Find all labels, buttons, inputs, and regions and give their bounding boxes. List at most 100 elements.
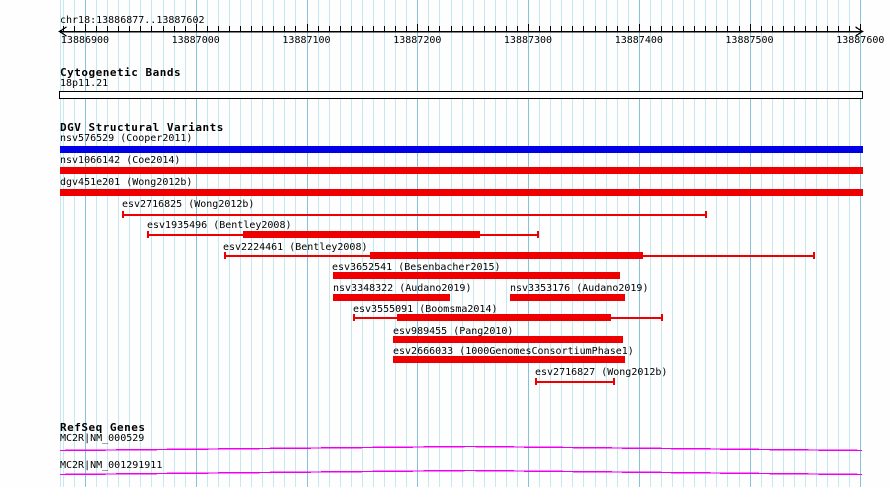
ruler-tick [217, 26, 219, 31]
variant-bar[interactable] [59, 167, 863, 174]
ruler-tick-label: 13887000 [171, 35, 220, 46]
ruler-tick [749, 24, 751, 31]
ruler-tick-label: 13886900 [60, 35, 110, 46]
variant-end-tick [661, 314, 663, 321]
variant-range-line[interactable] [536, 380, 614, 383]
variant-label[interactable]: nsv1066142 (Coe2014) [60, 155, 180, 166]
variant-label[interactable]: esv2716825 (Wong2012b) [122, 199, 254, 210]
ruler-tick [716, 26, 718, 31]
ruler-tick [361, 26, 363, 31]
variant-bar[interactable] [393, 356, 625, 363]
gridline-minor [683, 0, 685, 487]
gridline-minor [627, 0, 629, 487]
gridline-minor [472, 0, 474, 487]
ruler-tick [306, 24, 308, 31]
ruler-tick [107, 26, 109, 31]
gridline-minor [217, 0, 219, 487]
ruler-tick [793, 26, 795, 31]
gridline-minor [572, 0, 574, 487]
gridline-minor [616, 0, 618, 487]
gridline-minor [406, 0, 408, 487]
variant-end-tick [613, 378, 615, 385]
ruler-tick [727, 26, 729, 31]
ruler-tick [273, 26, 275, 31]
variant-thick-bar[interactable] [370, 252, 643, 259]
variant-label[interactable]: dgv451e201 (Wong2012b) [60, 177, 192, 188]
gridline-minor [705, 0, 707, 487]
ruler-tick [649, 26, 651, 31]
ruler-tick [372, 26, 374, 31]
ruler-tick [694, 26, 696, 31]
variant-start-tick [535, 378, 537, 385]
ruler-tick [162, 26, 164, 31]
gridline-minor [439, 0, 441, 487]
variant-label[interactable]: nsv576529 (Cooper2011) [60, 133, 192, 144]
ruler-tick [461, 26, 463, 31]
gridline-minor [804, 0, 806, 487]
ruler-tick [118, 26, 120, 31]
gridline-minor [694, 0, 696, 487]
ruler-tick [73, 26, 75, 31]
gene-label[interactable]: MC2R|NM_000529 [60, 433, 144, 444]
ruler-tick [683, 26, 685, 31]
variant-end-tick [537, 231, 539, 238]
variant-thick-bar[interactable] [243, 231, 480, 238]
gridline-minor [827, 0, 829, 487]
variant-start-tick [224, 252, 226, 259]
gridline-major [528, 0, 529, 487]
variant-label[interactable]: nsv3348322 (Audano2019) [333, 283, 471, 294]
variant-bar[interactable] [333, 272, 620, 279]
ruler-tick [638, 24, 640, 31]
gridline-minor [561, 0, 563, 487]
variant-bar[interactable] [393, 336, 623, 343]
ruler-tick [860, 24, 862, 31]
ruler-tick [195, 24, 197, 31]
ruler-tick [85, 24, 86, 31]
region-title: chr18:13886877..13887602 [60, 15, 205, 26]
gene-label[interactable]: MC2R|NM_001291911 [60, 460, 162, 471]
ruler-tick [129, 26, 131, 31]
ruler-tick [849, 26, 851, 31]
gridline-minor [550, 0, 552, 487]
variant-bar[interactable] [333, 294, 450, 301]
variant-thick-bar[interactable] [397, 314, 611, 321]
ruler-tick [251, 26, 253, 31]
ruler-tick [173, 26, 175, 31]
ruler-tick [505, 26, 507, 31]
gridline-minor [483, 0, 485, 487]
ruler-tick [838, 26, 840, 31]
variant-start-tick [147, 231, 149, 238]
variant-label[interactable]: nsv3353176 (Audano2019) [510, 283, 648, 294]
ruler-tick [616, 26, 618, 31]
variant-label[interactable]: esv1935496 (Bentley2008) [147, 220, 292, 231]
variant-label[interactable]: esv2224461 (Bentley2008) [223, 242, 368, 253]
gridline-minor [849, 0, 851, 487]
ruler-tick [96, 26, 98, 31]
ruler-tick [140, 26, 142, 31]
variant-end-tick [705, 211, 707, 218]
gridline-minor [428, 0, 430, 487]
ruler-tick [494, 26, 496, 31]
cytoband-box[interactable] [59, 91, 863, 99]
gridline-minor [372, 0, 374, 487]
variant-start-tick [353, 314, 355, 321]
gridline-minor [583, 0, 585, 487]
ruler-tick [771, 26, 773, 31]
ruler-tick [317, 26, 319, 31]
ruler-tick [550, 26, 552, 31]
variant-label[interactable]: esv2716827 (Wong2012b) [535, 367, 667, 378]
variant-range-line[interactable] [123, 213, 706, 216]
ruler-tick [572, 26, 574, 31]
ruler-tick [804, 26, 806, 31]
ruler-tick [262, 26, 264, 31]
variant-bar[interactable] [59, 146, 863, 153]
ruler-tick [583, 26, 585, 31]
variant-start-tick [122, 211, 124, 218]
variant-bar[interactable] [510, 294, 625, 301]
variant-bar[interactable] [59, 189, 863, 196]
ruler-tick-label: 13887400 [614, 35, 663, 46]
ruler-tick [428, 26, 430, 31]
ruler-tick [561, 26, 563, 31]
gridline-minor [206, 0, 208, 487]
gridline-minor [605, 0, 607, 487]
